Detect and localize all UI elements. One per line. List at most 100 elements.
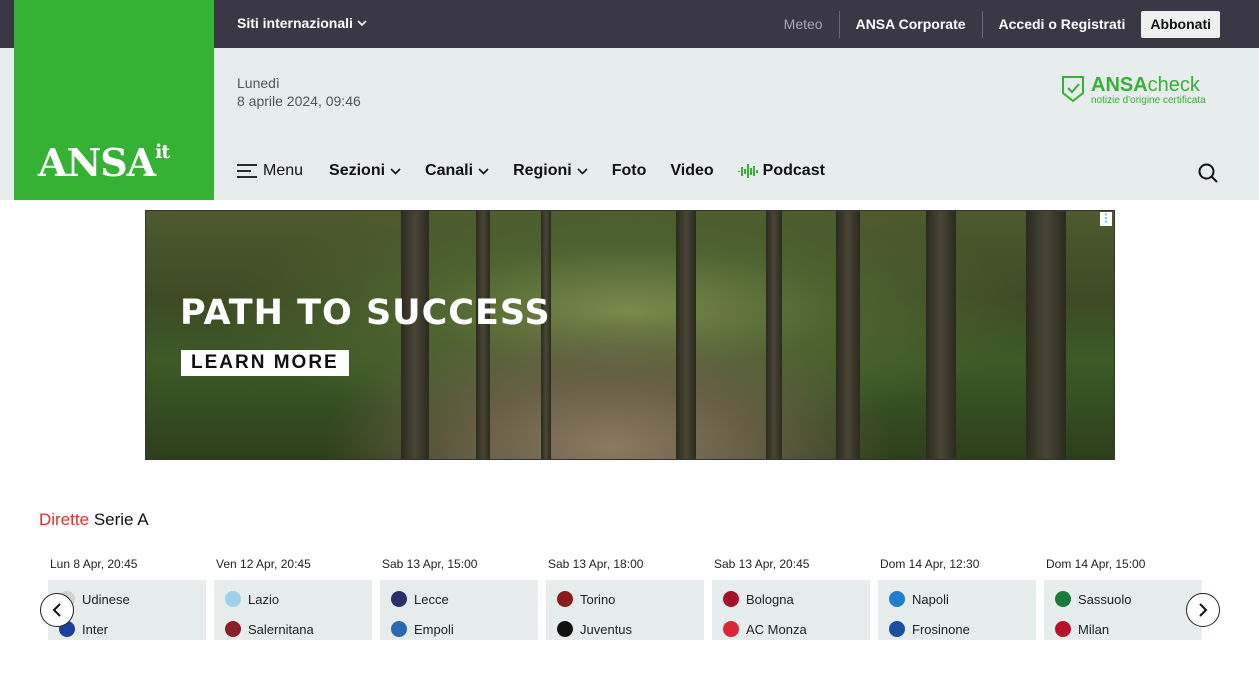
match-card[interactable]: Dom 14 Apr, 15:00 Sassuolo Milan: [1044, 556, 1202, 640]
tree-trunk: [766, 211, 782, 459]
away-team: Inter: [59, 614, 206, 644]
international-sites-dropdown[interactable]: Siti internazionali: [237, 15, 367, 31]
forest-path-image: [146, 211, 1114, 459]
match-time: Dom 14 Apr, 15:00: [1046, 557, 1146, 571]
date-time: 8 aprile 2024, 09:46: [237, 93, 361, 109]
home-team-name: Lazio: [248, 591, 280, 607]
tree-trunk: [926, 211, 956, 459]
home-team-name: Torino: [580, 591, 616, 607]
home-team-name: Sassuolo: [1078, 591, 1132, 607]
weekday: Lunedì: [237, 75, 280, 91]
away-team: Salernitana: [225, 614, 372, 644]
shield-check-icon: [1062, 76, 1084, 103]
away-team: Frosinone: [889, 614, 1036, 644]
ad-learn-more-button[interactable]: LEARN MORE: [181, 350, 349, 376]
away-team: Milan: [1055, 614, 1202, 644]
ad-headline: PATH TO SUCCESS: [180, 293, 551, 333]
chevron-left-icon: [52, 603, 61, 617]
home-team-name: Udinese: [82, 591, 130, 607]
team-crest-icon: [225, 621, 241, 637]
hamburger-icon: [237, 164, 257, 178]
match-teams: Torino Juventus: [546, 580, 704, 640]
match-card[interactable]: Sab 13 Apr, 20:45 Bologna AC Monza: [712, 556, 870, 640]
match-time: Sab 13 Apr, 20:45: [714, 557, 810, 571]
match-card[interactable]: Sab 13 Apr, 15:00 Lecce Empoli: [380, 556, 538, 640]
podcast-label: Podcast: [762, 162, 825, 179]
menu-label: Menu: [263, 162, 304, 179]
channels-label: Canali: [425, 162, 474, 179]
carousel-prev-button[interactable]: [40, 593, 74, 627]
subscribe-button[interactable]: Abbonati: [1141, 11, 1220, 38]
check-brand: ANSA: [1091, 74, 1148, 96]
away-team-name: AC Monza: [746, 621, 807, 637]
top-links: Meteo ANSA Corporate Accedi o Registrati…: [768, 11, 1220, 38]
away-team-name: Milan: [1078, 621, 1110, 637]
team-crest-icon: [391, 621, 407, 637]
nav-item-photo[interactable]: Foto: [612, 162, 647, 180]
ad-options-icon[interactable]: ⋮: [1100, 212, 1112, 226]
home-team: Lecce: [391, 584, 538, 614]
tree-trunk: [541, 211, 551, 459]
menu-button[interactable]: Menu: [237, 162, 303, 180]
nav-item-video[interactable]: Video: [670, 162, 713, 180]
match-teams: Sassuolo Milan: [1044, 580, 1202, 640]
sections-label: Sezioni: [329, 162, 386, 179]
ansa-logo[interactable]: ANSAit: [14, 0, 214, 200]
match-time: Sab 13 Apr, 18:00: [548, 557, 644, 571]
match-card[interactable]: Lun 8 Apr, 20:45 Udinese Inter: [48, 556, 206, 640]
match-card[interactable]: Sab 13 Apr, 18:00 Torino Juventus: [546, 556, 704, 640]
nav-item-sections[interactable]: Sezioni: [329, 162, 401, 180]
nav-item-regions[interactable]: Regioni: [513, 162, 588, 180]
chevron-down-icon: [357, 19, 367, 26]
away-team-name: Juventus: [580, 621, 633, 637]
home-team-name: Lecce: [414, 591, 449, 607]
login-link[interactable]: Accedi o Registrati: [983, 11, 1142, 38]
international-sites-label: Siti internazionali: [237, 15, 353, 31]
home-team: Lazio: [225, 584, 372, 614]
ad-banner[interactable]: PATH TO SUCCESS LEARN MORE ⋮: [145, 210, 1115, 460]
ansa-check-logo[interactable]: ANSAcheck notizie d'origine certificata: [1061, 75, 1206, 106]
meteo-link[interactable]: Meteo: [768, 11, 840, 38]
away-team-name: Salernitana: [248, 621, 314, 637]
match-teams: Lecce Empoli: [380, 580, 538, 640]
team-crest-icon: [723, 621, 739, 637]
team-crest-icon: [1055, 591, 1071, 607]
away-team-name: Inter: [82, 621, 109, 637]
match-teams: Napoli Frosinone: [878, 580, 1036, 640]
tree-trunk: [476, 211, 490, 459]
search-icon[interactable]: [1197, 162, 1219, 184]
audio-wave-icon: [737, 164, 758, 178]
match-time: Sab 13 Apr, 15:00: [382, 557, 478, 571]
match-time: Ven 12 Apr, 20:45: [216, 557, 311, 571]
home-team: Napoli: [889, 584, 1036, 614]
team-crest-icon: [889, 591, 905, 607]
team-crest-icon: [889, 621, 905, 637]
chevron-down-icon: [577, 167, 588, 175]
logo-suffix: it: [155, 141, 170, 164]
matches-carousel: Lun 8 Apr, 20:45 Udinese Inter Ven 12 Apr, …: [48, 556, 1202, 640]
logo-main: ANSA: [38, 140, 156, 185]
tree-trunk: [1026, 211, 1066, 459]
corporate-link[interactable]: ANSA Corporate: [840, 11, 983, 38]
home-team: Sassuolo: [1055, 584, 1202, 614]
tree-trunk: [836, 211, 860, 459]
match-card[interactable]: Ven 12 Apr, 20:45 Lazio Salernitana: [214, 556, 372, 640]
nav-item-channels[interactable]: Canali: [425, 162, 489, 180]
match-teams: Lazio Salernitana: [214, 580, 372, 640]
match-card[interactable]: Dom 14 Apr, 12:30 Napoli Frosinone: [878, 556, 1036, 640]
team-crest-icon: [391, 591, 407, 607]
home-team: Torino: [557, 584, 704, 614]
live-title-rest: Serie A: [93, 510, 149, 529]
main-nav: Menu Sezioni Canali Regioni Foto Video P…: [237, 162, 849, 180]
live-title-red: Dirette: [39, 510, 90, 529]
away-team: Empoli: [391, 614, 538, 644]
carousel-next-button[interactable]: [1186, 593, 1220, 627]
away-team: Juventus: [557, 614, 704, 644]
team-crest-icon: [557, 621, 573, 637]
current-date: Lunedì 8 aprile 2024, 09:46: [237, 74, 361, 110]
tree-trunk: [401, 211, 429, 459]
nav-item-podcast[interactable]: Podcast: [737, 162, 825, 180]
match-teams: Bologna AC Monza: [712, 580, 870, 640]
home-team-name: Napoli: [912, 591, 949, 607]
chevron-down-icon: [478, 167, 489, 175]
